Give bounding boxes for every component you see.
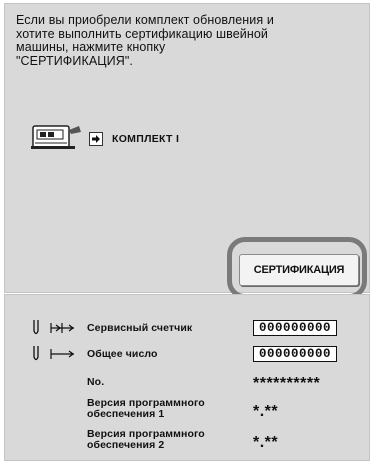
software-version-2-label: Версия программного обеспечения 2: [87, 428, 205, 451]
total-count-row: Общее число 000000000: [5, 345, 371, 365]
software-version-1-label: Версия программного обеспечения 1: [87, 397, 205, 420]
machine-info-panel: Сервисный счетчик 000000000 Общее число …: [4, 294, 370, 461]
software-version-1-row: Версия программного обеспечения 1 *.**: [5, 397, 371, 425]
number-row: No. **********: [5, 375, 371, 395]
needle-icon: [33, 346, 39, 361]
kit-label: КОМПЛЕКТ I: [112, 133, 180, 145]
sewing-machine-icon: [31, 125, 81, 149]
software-version-2-row: Версия программного обеспечения 2 *.**: [5, 428, 371, 456]
instruction-message: Если вы приобрели комплект обновления и …: [16, 13, 274, 68]
total-count-value: 000000000: [253, 346, 337, 362]
service-counter-row: Сервисный счетчик 000000000: [5, 319, 371, 339]
certification-button[interactable]: СЕРТИФИКАЦИЯ: [239, 254, 359, 286]
certification-screen: Если вы приобрели комплект обновления и …: [4, 3, 370, 461]
arrow-right-icon: [89, 132, 103, 146]
service-counter-value: 000000000: [253, 320, 337, 336]
needle-icon: [33, 320, 39, 335]
software-version-2-value: *.**: [253, 434, 279, 451]
number-label: No.: [87, 376, 105, 388]
kit-row: КОМПЛЕКТ I: [89, 131, 179, 147]
total-count-label: Общее число: [87, 348, 158, 360]
service-counter-label: Сервисный счетчик: [87, 322, 193, 334]
stitch-range-icon: [50, 323, 74, 333]
software-version-1-value: *.**: [253, 403, 279, 420]
stitch-total-icon: [50, 349, 74, 359]
number-value: **********: [253, 375, 321, 392]
certification-panel: Если вы приобрели комплект обновления и …: [4, 3, 370, 299]
